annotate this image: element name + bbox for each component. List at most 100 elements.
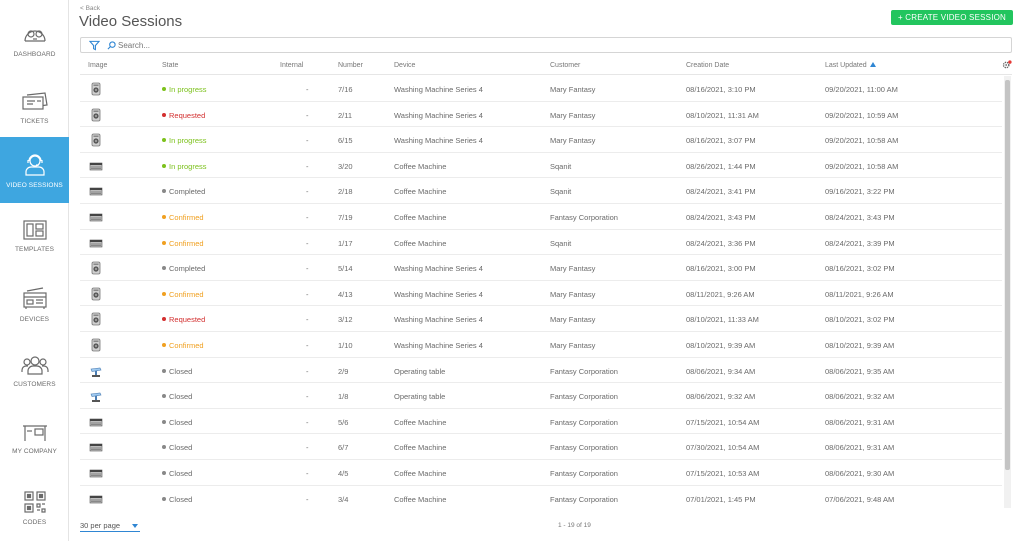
dashboard-icon: [23, 30, 46, 42]
sidebar: DASHBOARD TICKETS VIDEO SESSIONS TEMPLAT…: [0, 0, 69, 541]
washing-machine-icon: [91, 108, 101, 121]
table-row[interactable]: Closed - 6/7 Coffee Machine Fantasy Corporat…: [80, 434, 1002, 460]
sidebar-item-devices[interactable]: DEVICES: [0, 272, 69, 338]
sidebar-item-tickets[interactable]: TICKETS: [0, 75, 69, 141]
table-row[interactable]: Requested - 3/12 Washing Machine Series 4 Ma…: [80, 306, 1002, 332]
last-updated-cell: 09/20/2021, 11:00 AM: [825, 85, 898, 94]
table-row[interactable]: In progress - 6/15 Washing Machine Series 4…: [80, 127, 1002, 153]
table-row[interactable]: Closed - 4/5 Coffee Machine Fantasy Corporat…: [80, 460, 1002, 486]
video-sessions-icon: [24, 154, 45, 176]
creation-date-cell: 08/11/2021, 9:26 AM: [686, 289, 755, 299]
customer-cell: Fantasy Corporation: [550, 494, 618, 504]
tickets-icon: [21, 92, 48, 110]
table-row[interactable]: Confirmed - 7/19 Coffee Machine Fantasy Corp…: [80, 204, 1002, 230]
column-header-last-updated[interactable]: Last Updated: [825, 62, 876, 69]
column-header-internal[interactable]: Internal: [280, 62, 303, 69]
column-header-image[interactable]: Image: [88, 62, 107, 69]
washing-machine-icon: [91, 82, 101, 96]
sidebar-item-templates[interactable]: TEMPLATES: [0, 203, 69, 269]
internal-cell: -: [306, 469, 309, 478]
scrollbar[interactable]: [1004, 76, 1011, 508]
last-updated-cell: 08/11/2021, 9:26 AM: [825, 289, 894, 299]
sidebar-item-video-sessions[interactable]: VIDEO SESSIONS: [0, 137, 69, 203]
state-label: Closed: [169, 443, 193, 453]
column-header-device[interactable]: Device: [394, 62, 415, 69]
table-row[interactable]: In progress - 7/16 Washing Machine Series 4…: [80, 76, 1002, 102]
creation-date-cell: 08/06/2021, 9:34 AM: [686, 366, 756, 376]
devices-icon: [22, 287, 47, 309]
table-row[interactable]: Confirmed - 4/13 Washing Machine Series 4 Ma…: [80, 281, 1002, 307]
table-row[interactable]: Closed - 5/6 Coffee Machine Fantasy Corporat…: [80, 409, 1002, 435]
operating-table-icon: [90, 367, 102, 377]
state-cell: Closed: [162, 469, 192, 478]
sidebar-item-customers[interactable]: CUSTOMERS: [0, 338, 69, 404]
table-row[interactable]: Closed - 2/9 Operating table Fantasy Corpora…: [80, 358, 1002, 384]
internal-cell: -: [306, 187, 309, 197]
customer-cell: Fantasy Corporation: [550, 213, 618, 222]
sidebar-item-label: TEMPLATES: [14, 246, 55, 253]
state-cell: Requested: [162, 315, 205, 324]
column-header-number[interactable]: Number: [338, 62, 363, 69]
coffee-machine-icon: [89, 188, 103, 196]
state-cell: Completed: [162, 264, 205, 273]
status-dot: [162, 189, 166, 194]
last-updated-cell: 09/20/2021, 10:59 AM: [825, 110, 899, 120]
status-dot: [162, 343, 166, 347]
table-row[interactable]: Closed - 1/8 Operating table Fantasy Corpora…: [80, 383, 1002, 409]
state-cell: In progress: [162, 162, 207, 171]
sidebar-item-my-company[interactable]: MY COMPANY: [0, 406, 69, 472]
operating-table-icon: [90, 392, 102, 403]
my-company-icon: [22, 425, 47, 441]
device-cell: Coffee Machine: [394, 494, 447, 504]
state-cell: Confirmed: [162, 290, 204, 299]
creation-date-cell: 07/30/2021, 10:54 AM: [686, 443, 760, 453]
creation-date-cell: 08/06/2021, 9:32 AM: [686, 392, 756, 402]
column-header-state[interactable]: State: [162, 62, 178, 69]
customer-cell: Mary Fantasy: [550, 85, 596, 94]
state-label: Confirmed: [169, 289, 204, 299]
table-row[interactable]: Closed - 3/4 Coffee Machine Fantasy Corporat…: [80, 486, 1002, 508]
state-cell: Completed: [162, 187, 205, 196]
customer-cell: Sqanit: [550, 238, 572, 248]
search-icon: [107, 41, 116, 50]
device-cell: Washing Machine Series 4: [394, 341, 483, 350]
table-row[interactable]: Requested - 2/11 Washing Machine Series 4 Ma…: [80, 102, 1002, 128]
creation-date-cell: 07/15/2021, 10:54 AM: [686, 417, 760, 427]
gear-icon[interactable]: [1002, 60, 1012, 70]
search-input[interactable]: [118, 39, 998, 51]
filter-icon[interactable]: [89, 40, 100, 51]
status-dot: [162, 215, 166, 219]
device-cell: Coffee Machine: [394, 443, 447, 453]
creation-date-cell: 08/10/2021, 9:39 AM: [686, 341, 756, 350]
status-dot: [162, 317, 166, 322]
state-cell: In progress: [162, 85, 207, 94]
state-label: Completed: [169, 187, 206, 197]
scrollbar-thumb[interactable]: [1005, 80, 1010, 470]
state-label: Confirmed: [169, 238, 204, 248]
internal-cell: -: [306, 238, 309, 248]
number-cell: 3/20: [338, 161, 353, 171]
create-video-session-button[interactable]: + CREATE VIDEO SESSION: [891, 10, 1013, 25]
internal-cell: -: [306, 443, 309, 453]
customer-cell: Fantasy Corporation: [550, 417, 618, 427]
sidebar-item-codes[interactable]: CODES: [0, 475, 69, 541]
per-page-select[interactable]: 30 per page: [80, 521, 140, 532]
column-header-customer[interactable]: Customer: [550, 62, 580, 69]
table-row[interactable]: Confirmed - 1/17 Coffee Machine Sqanit 08/24/…: [80, 230, 1002, 256]
last-updated-cell: 08/06/2021, 9:35 AM: [825, 366, 895, 376]
sidebar-item-dashboard[interactable]: DASHBOARD: [0, 8, 69, 74]
table-row[interactable]: Completed - 5/14 Washing Machine Series 4 Ma…: [80, 255, 1002, 281]
device-cell: Coffee Machine: [394, 469, 447, 478]
state-label: Closed: [169, 366, 193, 376]
internal-cell: -: [306, 392, 309, 402]
number-cell: 2/11: [338, 110, 353, 120]
column-header-creation-date[interactable]: Creation Date: [686, 62, 729, 69]
customer-cell: Fantasy Corporation: [550, 443, 618, 453]
back-link[interactable]: < Back: [80, 5, 100, 12]
status-dot: [162, 266, 166, 271]
table-row[interactable]: In progress - 3/20 Coffee Machine Sqanit 08/2…: [80, 153, 1002, 179]
table-row[interactable]: Confirmed - 1/10 Washing Machine Series 4 Ma…: [80, 332, 1002, 358]
state-cell: Confirmed: [162, 213, 204, 222]
table-row[interactable]: Completed - 2/18 Coffee Machine Sqanit 08/24/…: [80, 178, 1002, 204]
state-label: In progress: [169, 161, 207, 171]
